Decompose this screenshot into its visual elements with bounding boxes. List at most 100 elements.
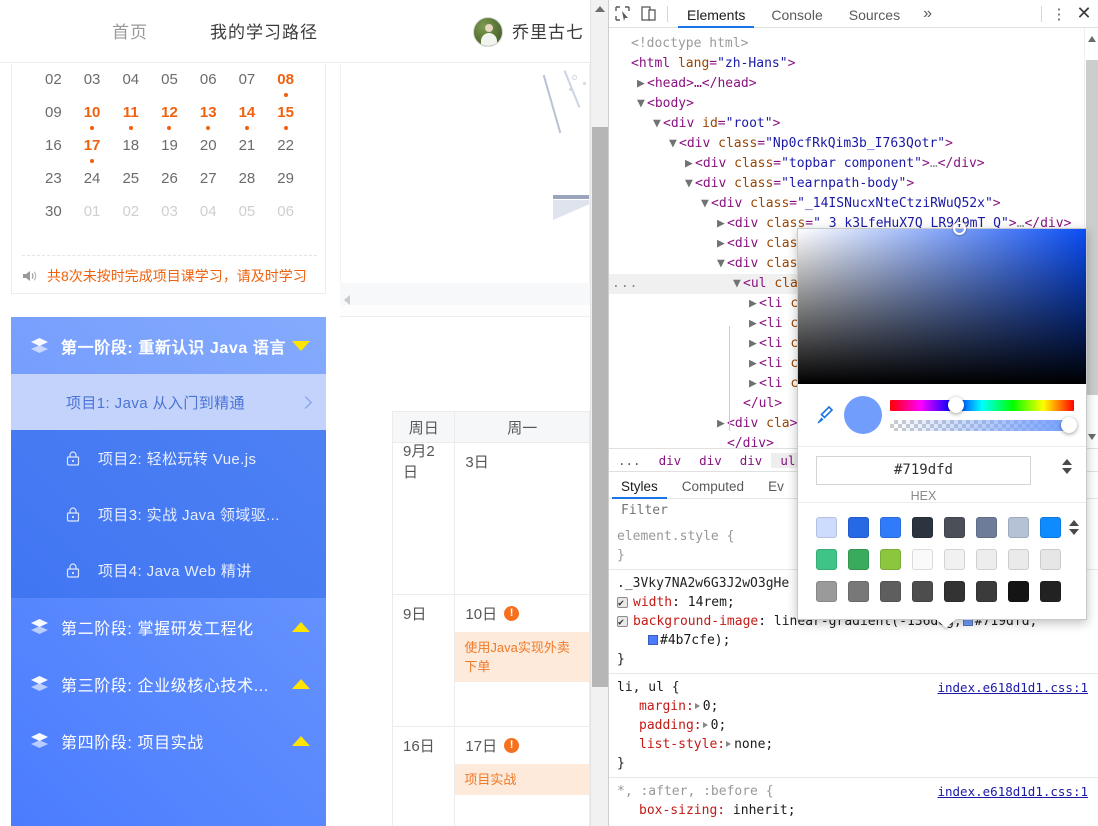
css-declaration-margin[interactable]: margin: 0;: [617, 697, 1098, 716]
calendar-day[interactable]: 08: [266, 70, 305, 97]
dom-twisty-icon[interactable]: ▶: [749, 374, 759, 394]
learnpath-project[interactable]: 项目4: Java Web 精讲: [11, 542, 326, 598]
schedule-cell[interactable]: 16日: [391, 726, 456, 826]
dom-twisty-icon[interactable]: ▼: [653, 114, 663, 134]
calendar-day[interactable]: 07: [228, 70, 267, 89]
calendar-day[interactable]: 24: [73, 169, 112, 188]
learnpath-project[interactable]: 项目2: 轻松玩转 Vue.js: [11, 430, 326, 486]
palette-swatch[interactable]: [816, 549, 837, 570]
schedule-cell[interactable]: 9月2日: [391, 442, 456, 595]
color-swatch-2[interactable]: [648, 635, 658, 645]
dom-node-line[interactable]: ▼ <div class="Np0cfRkQim3b_I763Qotr">: [609, 134, 1098, 154]
calendar-day[interactable]: 06: [266, 202, 305, 221]
expand-padding-icon[interactable]: [702, 722, 708, 728]
calendar-day[interactable]: 26: [150, 169, 189, 188]
close-devtools-icon[interactable]: ✕: [1070, 3, 1098, 24]
expand-margin-icon[interactable]: [694, 703, 700, 709]
dom-twisty-icon[interactable]: ▶: [749, 354, 759, 374]
css-rule-li-ul[interactable]: index.e618d1d1.css:1 li, ul { margin: 0; …: [609, 674, 1098, 778]
calendar-day[interactable]: 22: [266, 136, 305, 155]
dom-node-line[interactable]: ▼ <div class="learnpath-body">: [609, 174, 1098, 194]
calendar-day[interactable]: 11: [111, 103, 150, 130]
calendar-day[interactable]: 12: [150, 103, 189, 130]
calendar-day[interactable]: 27: [189, 169, 228, 188]
alert-icon[interactable]: !: [504, 737, 520, 753]
palette-swatch[interactable]: [912, 581, 933, 602]
dom-twisty-icon[interactable]: [717, 434, 727, 448]
styles-tab-computed[interactable]: Computed: [670, 472, 756, 499]
palette-swatch[interactable]: [912, 517, 933, 538]
more-tabs-icon[interactable]: »: [913, 5, 942, 23]
dom-twisty-icon[interactable]: ▶: [717, 414, 727, 434]
color-spectrum[interactable]: [798, 222, 1086, 384]
nav-item-my-learning-path[interactable]: 我的学习路径: [210, 18, 318, 43]
palette-swatch[interactable]: [1008, 581, 1029, 602]
palette-swatch[interactable]: [880, 517, 901, 538]
declaration-property[interactable]: width: [633, 595, 672, 610]
breadcrumb-item[interactable]: div: [690, 453, 731, 468]
chevron-down-icon[interactable]: [292, 340, 310, 351]
css-declaration-list-style[interactable]: list-style: none;: [617, 735, 1098, 754]
learnpath-stage[interactable]: 第二阶段: 掌握研发工程化: [11, 598, 326, 655]
schedule-event[interactable]: 使用Java实现外卖下单: [455, 632, 589, 682]
dom-twisty-icon[interactable]: [621, 34, 631, 54]
spectrum-handle[interactable]: [953, 222, 966, 235]
dom-node-line[interactable]: ▼ <div class="_14ISNucxNteCtziRWuQ52x">: [609, 194, 1098, 214]
palette-swatch[interactable]: [848, 549, 869, 570]
dom-scroll-down-icon[interactable]: [1088, 434, 1096, 440]
palette-swatch[interactable]: [880, 581, 901, 602]
calendar-day[interactable]: 09: [34, 103, 73, 122]
calendar-day[interactable]: 15: [266, 103, 305, 130]
dom-node-line[interactable]: <html lang="zh-Hans">: [609, 54, 1098, 74]
declaration-checkbox[interactable]: [617, 594, 628, 613]
scroll-up-arrow-icon[interactable]: [595, 6, 605, 12]
palette-swatch[interactable]: [944, 517, 965, 538]
devtools-tab-console[interactable]: Console: [758, 0, 835, 28]
dom-twisty-icon[interactable]: ▶: [749, 294, 759, 314]
calendar-day[interactable]: 14: [228, 103, 267, 130]
devtools-menu-icon[interactable]: ⋮: [1048, 5, 1070, 23]
palette-swatch[interactable]: [816, 517, 837, 538]
dom-twisty-icon[interactable]: [621, 54, 631, 74]
declaration-checkbox[interactable]: [617, 613, 628, 632]
declaration-color-2[interactable]: #4b7cfe);: [660, 633, 730, 648]
dom-twisty-icon[interactable]: ▶: [749, 314, 759, 334]
palette-swatch[interactable]: [912, 549, 933, 570]
dom-node-line[interactable]: <!doctype html>: [609, 34, 1098, 54]
calendar-day[interactable]: 02: [34, 70, 73, 89]
avatar[interactable]: [473, 17, 503, 47]
learnpath-project[interactable]: 项目1: Java 从入门到精通: [11, 374, 326, 430]
hex-input[interactable]: #719dfd: [816, 456, 1031, 485]
palette-swatch[interactable]: [944, 581, 965, 602]
page-scrollbar-thumb[interactable]: [592, 127, 608, 687]
calendar-day[interactable]: 20: [189, 136, 228, 155]
calendar-day[interactable]: 28: [228, 169, 267, 188]
calendar-day[interactable]: 17: [73, 136, 112, 163]
calendar-day[interactable]: 16: [34, 136, 73, 155]
user-name[interactable]: 乔里古七: [512, 18, 584, 43]
calendar-day[interactable]: 23: [34, 169, 73, 188]
carousel-prev-icon[interactable]: [344, 295, 350, 305]
palette-swatch[interactable]: [976, 581, 997, 602]
palette-switch-stepper[interactable]: [1069, 520, 1079, 535]
devtools-tab-sources[interactable]: Sources: [836, 0, 913, 28]
palette-swatch[interactable]: [1040, 549, 1061, 570]
dom-twisty-icon[interactable]: ▶: [749, 334, 759, 354]
dom-twisty-icon[interactable]: ▼: [637, 94, 647, 114]
calendar-day[interactable]: 03: [150, 202, 189, 221]
dom-twisty-icon[interactable]: ▼: [685, 174, 695, 194]
chevron-up-icon[interactable]: [292, 735, 310, 746]
calendar-day[interactable]: 04: [189, 202, 228, 221]
styles-tab-styles[interactable]: Styles: [609, 472, 670, 499]
nav-item-home[interactable]: 首页: [112, 18, 148, 43]
calendar-day[interactable]: 18: [111, 136, 150, 155]
learnpath-stage[interactable]: 第三阶段: 企业级核心技术...: [11, 655, 326, 712]
dom-scrollbar-thumb[interactable]: [1086, 60, 1098, 395]
declaration-value[interactable]: 14rem;: [688, 595, 735, 610]
breadcrumb-item[interactable]: div: [650, 453, 691, 468]
page-scrollbar[interactable]: [590, 0, 608, 826]
css-source-link[interactable]: index.e618d1d1.css:1: [937, 678, 1088, 697]
dom-ellipsis-icon[interactable]: ...: [612, 274, 638, 294]
calendar-day[interactable]: 10: [73, 103, 112, 130]
learnpath-stage[interactable]: 第一阶段: 重新认识 Java 语言: [11, 317, 326, 374]
